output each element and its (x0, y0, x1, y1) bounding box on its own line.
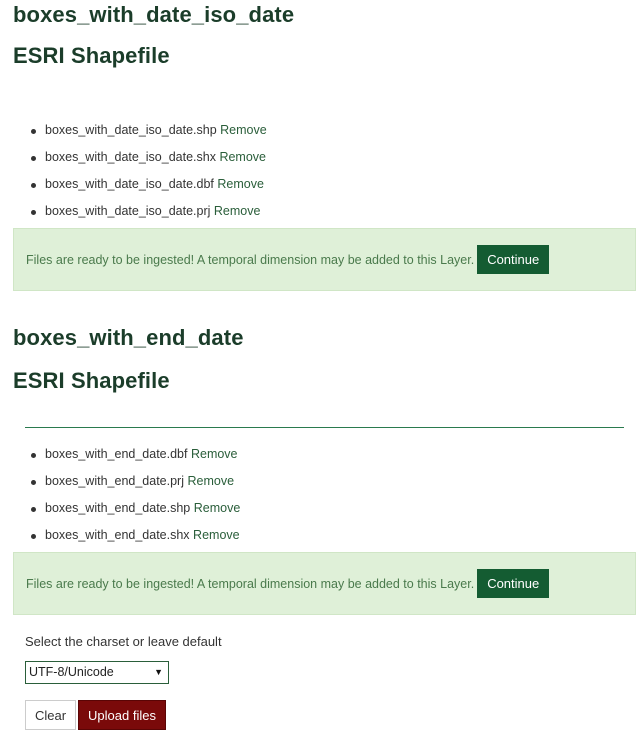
ready-message: Files are ready to be ingested! A tempor… (26, 576, 475, 591)
list-item: boxes_with_date_iso_date.shx Remove (27, 149, 267, 176)
continue-button[interactable]: Continue (477, 569, 550, 598)
divider (25, 427, 624, 428)
ready-alert: Files are ready to be ingested! A tempor… (13, 552, 636, 615)
layer-type: ESRI Shapefile (13, 43, 170, 68)
remove-link[interactable]: Remove (220, 123, 267, 137)
list-item: boxes_with_end_date.prj Remove (27, 473, 240, 500)
file-name: boxes_with_end_date.dbf (45, 447, 188, 461)
list-item: boxes_with_date_iso_date.prj Remove (27, 203, 267, 230)
remove-link[interactable]: Remove (193, 528, 240, 542)
file-name: boxes_with_date_iso_date.shx (45, 150, 216, 164)
remove-link[interactable]: Remove (194, 501, 241, 515)
remove-link[interactable]: Remove (187, 474, 234, 488)
upload-files-button[interactable]: Upload files (78, 700, 166, 730)
remove-link[interactable]: Remove (214, 204, 261, 218)
remove-link[interactable]: Remove (191, 447, 238, 461)
continue-button[interactable]: Continue (477, 245, 550, 274)
file-name: boxes_with_end_date.shx (45, 528, 190, 542)
ready-message: Files are ready to be ingested! A tempor… (26, 252, 475, 267)
list-item: boxes_with_date_iso_date.shp Remove (27, 122, 267, 149)
list-item: boxes_with_end_date.dbf Remove (27, 446, 240, 473)
triangle-down-icon: ▼ (154, 667, 163, 677)
list-item: boxes_with_date_iso_date.dbf Remove (27, 176, 267, 203)
file-list: boxes_with_end_date.dbf Remove boxes_wit… (27, 446, 240, 554)
file-name: boxes_with_date_iso_date.dbf (45, 177, 214, 191)
clear-button[interactable]: Clear (25, 700, 76, 730)
ready-alert: Files are ready to be ingested! A tempor… (13, 228, 636, 291)
layer-title: boxes_with_end_date (13, 325, 244, 350)
layer-title: boxes_with_date_iso_date (13, 2, 295, 27)
charset-label: Select the charset or leave default (25, 634, 222, 649)
charset-select[interactable]: UTF-8/Unicode ▼ (25, 661, 169, 684)
file-name: boxes_with_end_date.prj (45, 474, 184, 488)
remove-link[interactable]: Remove (219, 150, 266, 164)
file-name: boxes_with_end_date.shp (45, 501, 191, 515)
remove-link[interactable]: Remove (217, 177, 264, 191)
file-name: boxes_with_date_iso_date.shp (45, 123, 217, 137)
layer-type: ESRI Shapefile (13, 368, 170, 393)
list-item: boxes_with_end_date.shp Remove (27, 500, 240, 527)
charset-selected-value: UTF-8/Unicode (29, 665, 114, 679)
list-item: boxes_with_end_date.shx Remove (27, 527, 240, 554)
file-list: boxes_with_date_iso_date.shp Remove boxe… (27, 122, 267, 230)
file-name: boxes_with_date_iso_date.prj (45, 204, 211, 218)
